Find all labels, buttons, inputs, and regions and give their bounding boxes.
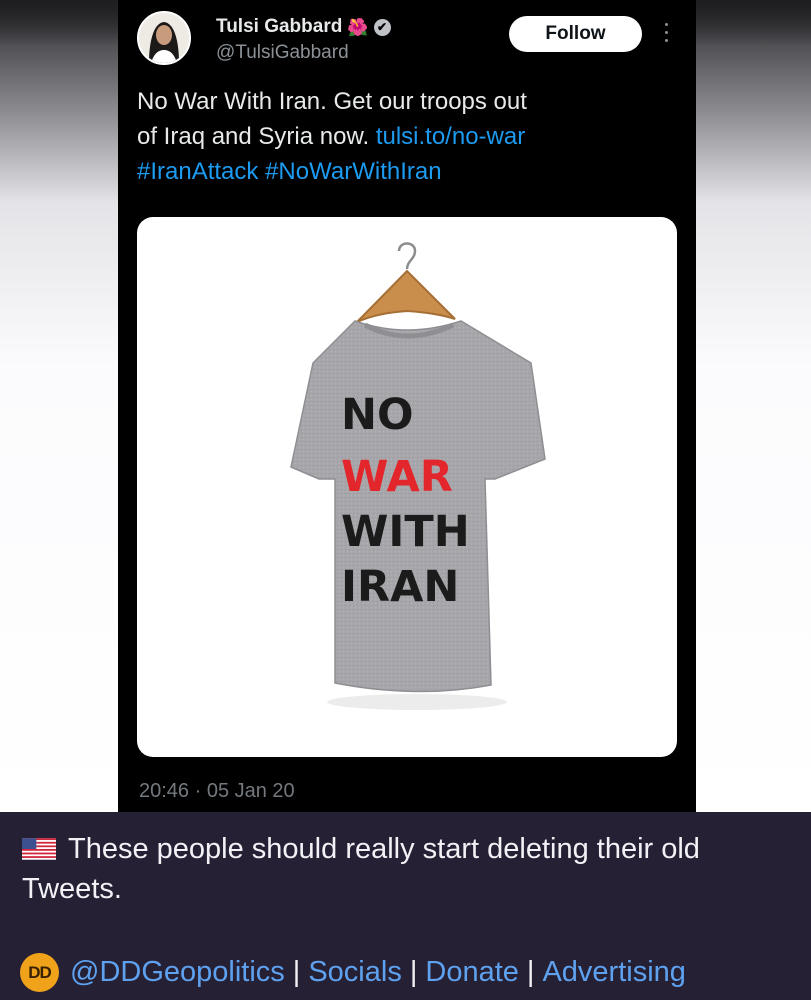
hibiscus-emoji: 🌺 xyxy=(347,17,369,37)
shirt-word-war: WAR xyxy=(341,452,453,502)
caption-text: These people should really start deletin… xyxy=(22,833,700,905)
user-handle[interactable]: @TulsiGabbard xyxy=(216,42,349,64)
follow-button[interactable]: Follow xyxy=(509,16,642,52)
channel-handle-link[interactable]: @DDGeopolitics xyxy=(70,952,285,992)
avatar-portrait-icon xyxy=(139,13,189,63)
verified-badge-icon: ✔ xyxy=(373,18,391,36)
tweet-timestamp[interactable]: 20:46 · 05 Jan 20 xyxy=(139,780,295,803)
channel-footer: DD @DDGeopolitics | Socials | Donate | A… xyxy=(20,952,686,992)
tweet-text-line2: of Iraq and Syria now. xyxy=(137,123,376,150)
tshirt-illustration: NO WAR WITH IRAN xyxy=(290,242,546,710)
avatar[interactable] xyxy=(137,11,191,65)
hashtag-nowarwithiran[interactable]: #NoWarWithIran xyxy=(265,158,441,185)
hashtag-iranattack[interactable]: #IranAttack xyxy=(137,158,258,185)
more-options-icon[interactable] xyxy=(656,18,676,50)
tweet-photo[interactable]: NO WAR WITH IRAN xyxy=(137,217,677,757)
shirt-word-with: WITH xyxy=(341,507,470,557)
footer-separator: | xyxy=(526,956,535,988)
tweet-text-line1: No War With Iran. Get our troops out xyxy=(137,88,527,115)
tweet-text: No War With Iran. Get our troops out of … xyxy=(137,84,677,189)
tweet-link[interactable]: tulsi.to/no-war xyxy=(376,123,525,150)
socials-link[interactable]: Socials xyxy=(308,952,402,992)
display-name-text: Tulsi Gabbard xyxy=(216,16,343,37)
shirt-word-iran: IRAN xyxy=(341,562,459,612)
wooden-hanger xyxy=(356,269,456,323)
hanger-hook xyxy=(397,242,417,270)
footer-separator: | xyxy=(292,956,301,988)
display-name[interactable]: Tulsi Gabbard 🌺 ✔ xyxy=(216,16,391,38)
media-image[interactable]: Tulsi Gabbard 🌺 ✔ @TulsiGabbard Follow N… xyxy=(0,0,811,812)
donate-link[interactable]: Donate xyxy=(425,952,519,992)
shirt-word-no: NO xyxy=(341,390,414,440)
us-flag-icon xyxy=(22,838,56,860)
post-caption: These people should really start deletin… xyxy=(22,829,802,909)
tweet-screenshot: Tulsi Gabbard 🌺 ✔ @TulsiGabbard Follow N… xyxy=(118,0,696,812)
ddgeopolitics-logo-icon: DD xyxy=(20,952,59,992)
advertising-link[interactable]: Advertising xyxy=(542,952,685,992)
footer-separator: | xyxy=(409,956,418,988)
